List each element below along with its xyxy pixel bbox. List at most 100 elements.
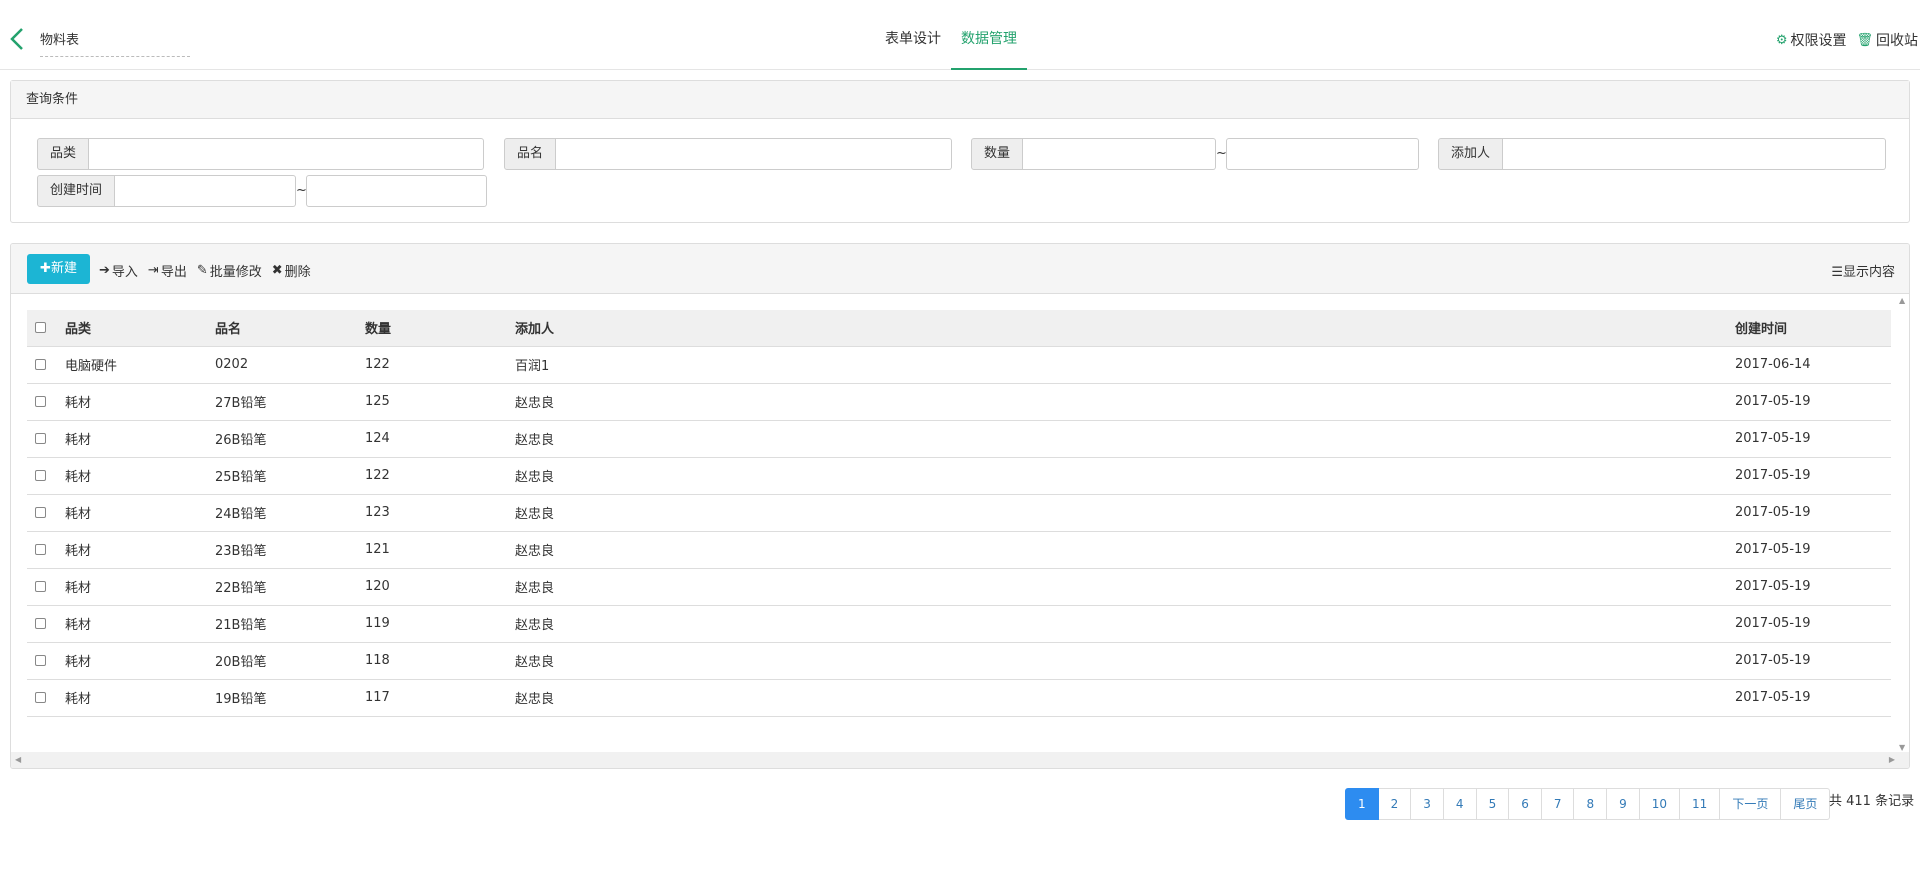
display-content-button[interactable]: ☰显示内容 xyxy=(1831,261,1895,280)
table-row[interactable]: 耗材 20B铅笔 118 赵忠良 2017-05-19 xyxy=(27,642,1891,680)
table-cell: 123 xyxy=(357,494,507,532)
page-button[interactable]: 11 xyxy=(1680,788,1721,820)
scroll-up-icon[interactable]: ▲ xyxy=(1899,296,1905,305)
page-button[interactable]: 8 xyxy=(1574,788,1608,820)
created-end-input[interactable] xyxy=(306,175,488,207)
adder-input[interactable] xyxy=(1503,138,1887,170)
table-cell: 2017-05-19 xyxy=(1727,642,1891,680)
recycle-bin-label: 回收站 xyxy=(1876,33,1918,49)
row-checkbox[interactable] xyxy=(35,544,46,555)
tab-data-management[interactable]: 数据管理 xyxy=(951,0,1027,70)
table-cell: 耗材 xyxy=(57,420,207,458)
row-select-cell xyxy=(27,531,57,569)
row-checkbox[interactable] xyxy=(35,507,46,518)
total-records: 共 411 条记录 xyxy=(1829,794,1915,809)
close-icon: ✖ xyxy=(271,263,283,278)
page-button[interactable]: 5 xyxy=(1476,788,1510,820)
select-all-cell xyxy=(27,310,57,347)
horizontal-scrollbar[interactable]: ◀ ▶ xyxy=(11,752,1909,768)
back-arrow-icon[interactable] xyxy=(8,26,28,52)
quantity-max-input[interactable] xyxy=(1226,138,1420,170)
table-cell: 赵忠良 xyxy=(507,605,1727,643)
row-checkbox[interactable] xyxy=(35,433,46,444)
row-select-cell xyxy=(27,457,57,495)
vertical-scrollbar[interactable]: ▲ ▼ xyxy=(1897,294,1909,754)
row-checkbox[interactable] xyxy=(35,396,46,407)
quantity-filter: 数量 ~ xyxy=(971,138,1420,170)
permissions-button[interactable]: ⚙ 权限设置 xyxy=(1776,30,1847,50)
last-page-button[interactable]: 尾页 xyxy=(1781,788,1831,820)
column-header[interactable]: 创建时间 xyxy=(1727,310,1891,347)
column-header[interactable]: 数量 xyxy=(357,310,507,347)
table-row[interactable]: 耗材 22B铅笔 120 赵忠良 2017-05-19 xyxy=(27,568,1891,606)
row-checkbox[interactable] xyxy=(35,470,46,481)
name-input[interactable] xyxy=(556,138,953,170)
row-select-cell xyxy=(27,420,57,458)
import-button[interactable]: ➔ 导入 xyxy=(99,261,138,280)
row-checkbox[interactable] xyxy=(35,359,46,370)
page-button[interactable]: 4 xyxy=(1443,788,1477,820)
column-header[interactable]: 添加人 xyxy=(507,310,1727,347)
table-cell: 2017-05-19 xyxy=(1727,679,1891,717)
scroll-down-icon[interactable]: ▼ xyxy=(1899,743,1905,752)
table-row[interactable]: 耗材 27B铅笔 125 赵忠良 2017-05-19 xyxy=(27,383,1891,421)
page-button[interactable]: 6 xyxy=(1509,788,1542,820)
page-button[interactable]: 9 xyxy=(1607,788,1640,820)
table-row[interactable]: 耗材 21B铅笔 119 赵忠良 2017-05-19 xyxy=(27,605,1891,643)
table-row[interactable]: 耗材 23B铅笔 121 赵忠良 2017-05-19 xyxy=(27,531,1891,569)
table-cell: 耗材 xyxy=(57,494,207,532)
table-cell: 2017-05-19 xyxy=(1727,457,1891,495)
table-cell: 2017-05-19 xyxy=(1727,531,1891,569)
table-row[interactable]: 耗材 25B铅笔 122 赵忠良 2017-05-19 xyxy=(27,457,1891,495)
export-label: 导出 xyxy=(160,265,187,280)
page-button[interactable]: 3 xyxy=(1411,788,1444,820)
table-cell: 0202 xyxy=(207,346,357,384)
category-label: 品类 xyxy=(37,138,90,170)
export-button[interactable]: ⇥ 导出 xyxy=(148,261,187,280)
table-header-row: 品类 品名 数量 添加人 创建时间 xyxy=(27,310,1891,347)
sign-out-icon: ⇥ xyxy=(147,263,159,278)
row-checkbox[interactable] xyxy=(35,655,46,666)
table-row[interactable]: 电脑硬件 0202 122 百润1 2017-06-14 xyxy=(27,346,1891,384)
page-button[interactable]: 2 xyxy=(1378,788,1412,820)
name-filter: 品名 xyxy=(504,138,953,170)
table-cell: 2017-06-14 xyxy=(1727,346,1891,384)
gear-icon: ⚙ xyxy=(1775,32,1788,48)
page-button[interactable]: 1 xyxy=(1345,788,1379,820)
table-cell: 赵忠良 xyxy=(507,568,1727,606)
table-cell: 26B铅笔 xyxy=(207,420,357,458)
column-header[interactable]: 品名 xyxy=(207,310,357,347)
next-page-button[interactable]: 下一页 xyxy=(1720,788,1782,820)
table-row[interactable]: 耗材 19B铅笔 117 赵忠良 2017-05-19 xyxy=(27,679,1891,717)
row-checkbox[interactable] xyxy=(35,692,46,703)
data-panel: ✚新建 ➔ 导入 ⇥ 导出 ✎ 批量修改 ✖ 删除 ☰显示内容 品类 品名 数量… xyxy=(10,243,1910,769)
delete-button[interactable]: ✖ 删除 xyxy=(272,261,311,280)
table-row[interactable]: 耗材 26B铅笔 124 赵忠良 2017-05-19 xyxy=(27,420,1891,458)
table-row[interactable]: 耗材 24B铅笔 123 赵忠良 2017-05-19 xyxy=(27,494,1891,532)
created-start-input[interactable] xyxy=(115,175,297,207)
scroll-right-icon[interactable]: ▶ xyxy=(1889,755,1895,764)
table-cell: 118 xyxy=(357,642,507,680)
quantity-min-input[interactable] xyxy=(1023,138,1217,170)
batch-edit-button[interactable]: ✎ 批量修改 xyxy=(197,261,262,280)
select-all-checkbox[interactable] xyxy=(35,322,46,334)
recycle-bin-button[interactable]: 🗑 回收站 xyxy=(1856,30,1918,50)
name-label: 品名 xyxy=(504,138,557,170)
form-title[interactable]: 物料表 xyxy=(40,29,190,57)
column-header[interactable]: 品类 xyxy=(57,310,207,347)
page-button[interactable]: 7 xyxy=(1541,788,1575,820)
table-cell: 19B铅笔 xyxy=(207,679,357,717)
data-table-wrap: 品类 品名 数量 添加人 创建时间 电脑硬件 0202 122 百润1 2017-06-… xyxy=(27,310,1891,717)
category-input[interactable] xyxy=(89,138,485,170)
table-cell: 119 xyxy=(357,605,507,643)
row-checkbox[interactable] xyxy=(35,581,46,592)
table-cell: 122 xyxy=(357,346,507,384)
page-button[interactable]: 10 xyxy=(1639,788,1681,820)
table-cell: 122 xyxy=(357,457,507,495)
top-actions: ⚙ 权限设置 🗑 回收站 xyxy=(1776,30,1918,50)
new-button[interactable]: ✚新建 xyxy=(27,254,90,284)
table-cell: 2017-05-19 xyxy=(1727,568,1891,606)
scroll-left-icon[interactable]: ◀ xyxy=(15,755,21,764)
row-checkbox[interactable] xyxy=(35,618,46,629)
tab-form-design[interactable]: 表单设计 xyxy=(875,0,951,70)
